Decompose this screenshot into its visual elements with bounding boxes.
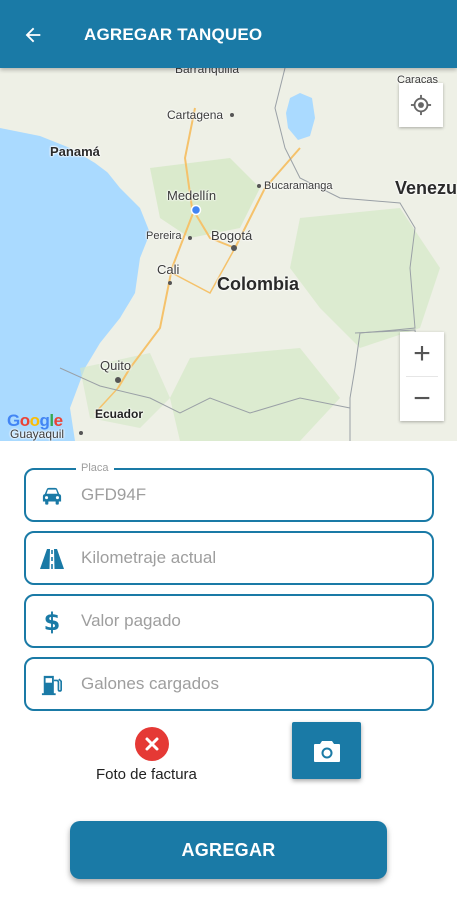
map-view[interactable]: Barranquilla Caracas Cartagena Panamá Me… [0,68,457,441]
google-logo: Google [7,411,63,430]
my-location-icon [410,94,432,116]
map-label-cali: Cali [157,262,180,277]
map-terrain [0,68,457,441]
placa-label: Placa [76,462,114,474]
map-label-colombia: Colombia [217,274,300,294]
map-label-cartagena: Cartagena [167,108,224,122]
road-icon [40,547,64,571]
map-label-medellin: Medellín [167,188,217,203]
map-label-bogota: Bogotá [211,228,253,243]
map-label-ecuador: Ecuador [95,407,144,421]
placa-field[interactable]: Placa GFD94F [24,462,434,522]
galones-placeholder: Galones cargados [81,674,219,693]
camera-icon [313,740,340,762]
zoom-controls: + − [400,332,444,421]
arrow-back-icon [25,27,41,43]
submit-button[interactable]: AGREGAR [70,821,387,879]
placa-value: GFD94F [81,485,147,504]
map-label-barranquilla: Barranquilla [175,68,240,76]
zoom-out-button[interactable]: − [400,377,444,421]
back-button[interactable] [20,22,46,48]
galones-field[interactable]: Galones cargados [24,657,434,711]
map-label-venezuela: Venezu [395,178,457,198]
zoom-in-button[interactable]: + [400,332,444,376]
app-bar: AGREGAR TANQUEO [0,0,457,68]
map-label-pereira: Pereira [146,230,182,242]
valor-placeholder: Valor pagado [81,611,181,630]
map-label-panama: Panamá [50,144,100,159]
kilometraje-field[interactable]: Kilometraje actual [24,531,434,585]
error-close-icon [135,727,169,761]
photo-label: Foto de factura [96,766,197,783]
dollar-icon: $ [43,608,61,636]
my-location-button[interactable] [399,83,443,127]
gas-station-icon [40,673,64,697]
map-label-quito: Quito [100,358,132,373]
kilometraje-placeholder: Kilometraje actual [81,548,217,567]
car-icon [40,484,64,508]
page-title: AGREGAR TANQUEO [84,25,263,44]
camera-button[interactable] [292,722,361,779]
map-label-bucaramanga: Bucaramanga [264,180,333,192]
valor-field[interactable]: $ Valor pagado [24,594,434,648]
